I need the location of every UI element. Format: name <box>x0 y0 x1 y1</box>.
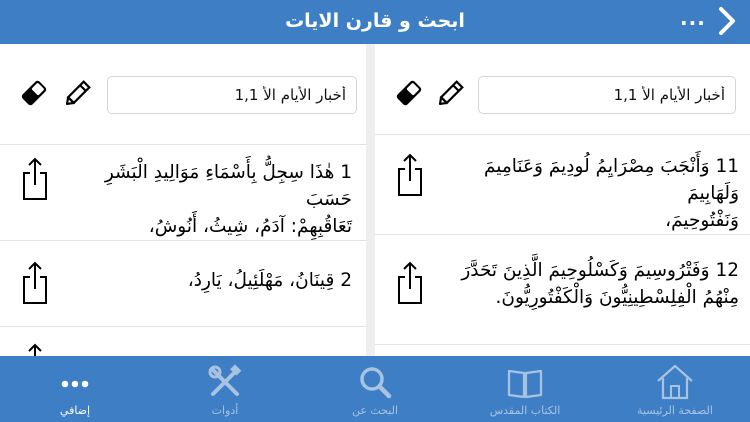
right-pane-toolbar <box>375 44 750 144</box>
page-title: ابحث و قارن الايات <box>285 10 465 32</box>
left-pane-toolbar <box>0 44 366 144</box>
verse-line: 2 قِينَانُ، مَهْلَئِيلُ، يَارِدُ، <box>187 270 352 291</box>
verse-line: 11 وَأَنْجَبَ مِصْرَايِمُ لُودِيمَ وَعَن… <box>483 156 739 204</box>
share-icon[interactable] <box>22 261 48 305</box>
search-icon <box>360 367 392 399</box>
navigation-bar: ابحث و قارن الايات ... <box>0 0 750 44</box>
tab-more[interactable]: إضافي <box>0 356 150 422</box>
share-icon[interactable] <box>22 157 48 201</box>
tab-bible[interactable]: الكتاب المقدس <box>450 356 600 422</box>
tab-label: أدوات <box>211 404 239 417</box>
right-compare-pane: 11 وَأَنْجَبَ مِصْرَايِمُ لُودِيمَ وَعَن… <box>375 44 750 356</box>
home-icon <box>657 364 693 400</box>
verse-line: 12 وَفَتْرُوسِيمَ وَكَسْلُوحِيمَ الَّذِي… <box>461 260 739 281</box>
tab-bar: إضافي أدوات البحث عن الكتاب المقدس الصفح… <box>0 356 750 422</box>
verse-row[interactable]: 2 قِينَانُ، مَهْلَئِيلُ، يَارِدُ، <box>0 240 366 326</box>
tools-icon <box>208 364 242 396</box>
pencil-icon[interactable] <box>62 77 94 109</box>
tab-search[interactable]: البحث عن <box>300 356 450 422</box>
tab-label: الكتاب المقدس <box>489 404 561 417</box>
verse-row[interactable]: 11 وَأَنْجَبَ مِصْرَايِمُ لُودِيمَ وَعَن… <box>375 134 750 234</box>
eraser-icon[interactable] <box>18 77 50 109</box>
tab-label: الصفحة الرئيسية <box>637 404 713 417</box>
more-dots-icon <box>61 380 89 388</box>
pane-divider <box>366 44 375 356</box>
tab-home[interactable]: الصفحة الرئيسية <box>600 356 750 422</box>
verse-row[interactable]: 1 هٰذَا سِجِلُّ بِأَسْمَاءِ مَوَالِيدِ ا… <box>0 144 366 240</box>
verse-line: 1 هٰذَا سِجِلُّ بِأَسْمَاءِ مَوَالِيدِ ا… <box>104 162 352 210</box>
verse-line: تَعَاقُبِهِمْ: آدَمُ، شِيثُ، أَنُوشُ، <box>148 216 352 237</box>
verse-row[interactable]: 12 وَفَتْرُوسِيمَ وَكَسْلُوحِيمَ الَّذِي… <box>375 234 750 344</box>
verse-row-divider <box>375 344 750 356</box>
more-menu-button[interactable]: ... <box>680 6 706 30</box>
book-icon <box>507 369 543 399</box>
share-icon[interactable] <box>22 343 48 356</box>
verse-line: مِنْهُمُ الْفِلِسْطِينِيُّونَ وَالْكَفْت… <box>495 287 739 308</box>
share-icon[interactable] <box>397 153 423 197</box>
tab-label: البحث عن <box>351 404 399 417</box>
tab-tools[interactable]: أدوات <box>150 356 300 422</box>
right-reference-input[interactable] <box>478 76 736 114</box>
eraser-icon[interactable] <box>393 77 425 109</box>
chevron-right-icon[interactable] <box>712 6 742 36</box>
share-icon[interactable] <box>397 261 423 305</box>
pencil-icon[interactable] <box>435 77 467 109</box>
verse-line: وَنَفْتُوحِيمَ، <box>665 210 739 231</box>
tab-label: إضافي <box>59 404 91 417</box>
left-reference-input[interactable] <box>107 76 357 114</box>
verse-row[interactable] <box>0 326 366 356</box>
left-compare-pane: 1 هٰذَا سِجِلُّ بِأَسْمَاءِ مَوَالِيدِ ا… <box>0 44 366 356</box>
